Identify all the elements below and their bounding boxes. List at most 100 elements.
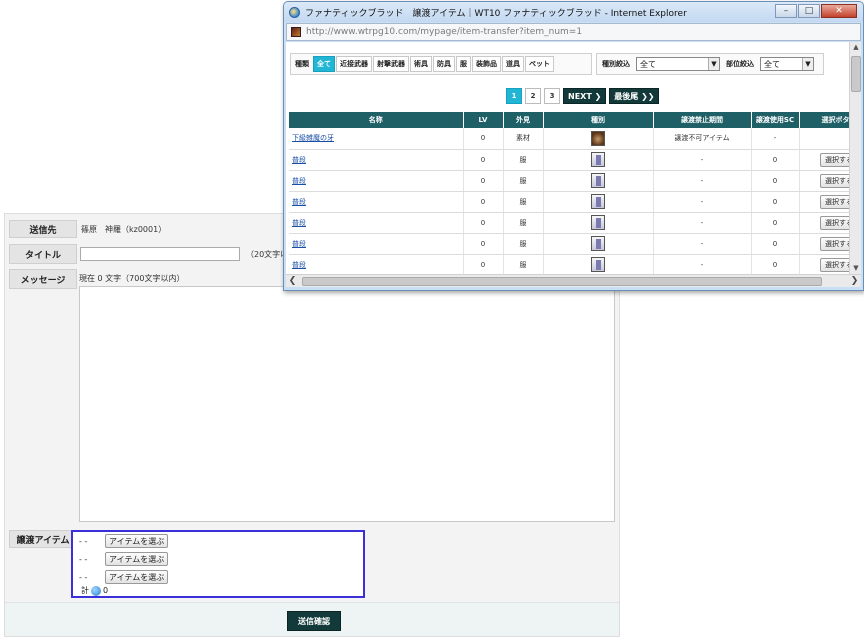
part-filter-select[interactable]: 全て ▼ [760,57,814,71]
item-type-cell [543,254,654,274]
item-lv: 0 [463,233,504,255]
clothes-icon [591,152,605,167]
scroll-up-icon[interactable]: ▲ [850,42,862,53]
popup-content: 種類 全て 近接武器 射撃武器 術具 防具 服 装飾品 道具 ペット 種別絞込 … [286,42,849,274]
column-header-type[interactable]: 種別 [543,112,654,128]
next-page-button[interactable]: NEXT ❯ [563,88,607,104]
item-ban-period: - [653,254,752,274]
clothes-icon [591,173,605,188]
category-accessory[interactable]: 装飾品 [472,56,501,72]
select-item-button[interactable]: 選択する [820,257,849,272]
select-item-button[interactable]: 選択する [820,152,849,167]
category-ranged[interactable]: 射撃武器 [373,56,409,72]
scroll-down-icon[interactable]: ▼ [850,263,862,274]
page-2[interactable]: 2 [525,88,541,104]
choose-item-button[interactable]: アイテムを選ぶ [105,552,169,566]
item-sc: 0 [751,149,800,171]
site-favicon-icon [291,27,301,37]
item-name-link[interactable]: 下級雑魔の牙 [289,128,464,150]
scroll-right-icon[interactable]: ❯ [848,275,861,288]
item-ban-period: - [653,191,752,213]
category-melee[interactable]: 近接武器 [336,56,372,72]
select-item-button[interactable]: 選択する [820,173,849,188]
type-filter-value: 全て [640,59,656,69]
items-box: - - アイテムを選ぶ - - アイテムを選ぶ - - アイテムを選ぶ 計 0 [71,530,365,598]
title-label: タイトル [9,244,77,264]
item-name-link[interactable]: 普段 [289,233,464,255]
close-icon[interactable]: ✕ [821,4,857,18]
total-line: 計 0 [81,585,108,596]
last-page-button[interactable]: 最後尾 ❯❯ [609,88,660,104]
select-item-button[interactable]: 選択する [820,236,849,251]
minimize-icon[interactable]: – [775,4,797,18]
vertical-scroll-thumb[interactable] [851,56,861,92]
table-row: 普段 0 服 - 0 選択する [289,149,849,171]
category-armor[interactable]: 防具 [433,56,455,72]
scroll-left-icon[interactable]: ❮ [286,275,299,288]
item-type-cell [543,170,654,192]
item-type-cell [543,128,654,150]
category-pet[interactable]: ペット [525,56,554,72]
part-filter-value: 全て [764,59,780,69]
title-input[interactable] [80,247,240,261]
page-3[interactable]: 3 [544,88,560,104]
submit-confirm-button[interactable]: 送信確認 [287,611,341,631]
item-select-cell [799,128,849,150]
address-bar[interactable]: http://www.wtrpg10.com/mypage/item-trans… [286,23,861,41]
item-select-cell: 選択する [799,170,849,192]
window-title: ファナティックブラッド 譲渡アイテム｜WT10 ファナティックブラッド - In… [305,8,687,19]
column-header-ban-period[interactable]: 譲渡禁止期間 [653,112,752,128]
message-textarea[interactable] [79,286,615,522]
column-header-lv[interactable]: LV [463,112,504,128]
column-header-sc[interactable]: 譲渡使用SC [751,112,800,128]
item-table: 名称 LV 外見 種別 譲渡禁止期間 譲渡使用SC 選択ボタン 下級雑魔の牙 0… [289,112,849,274]
column-header-name[interactable]: 名称 [289,112,464,128]
horizontal-scrollbar[interactable]: ❮ ❯ [286,274,861,287]
select-item-button[interactable]: 選択する [820,215,849,230]
total-prefix: 計 [81,586,89,595]
item-lv: 0 [463,128,504,150]
material-icon [591,130,605,146]
item-sc: 0 [751,170,800,192]
item-look: 服 [503,254,544,274]
type-filter-select[interactable]: 全て ▼ [636,57,720,71]
dropdown-filters: 種別絞込 全て ▼ 部位絞込 全て ▼ [596,53,824,75]
item-ban-period: 譲渡不可アイテム [653,128,752,150]
item-look: 服 [503,191,544,213]
window-titlebar[interactable]: ファナティックブラッド 譲渡アイテム｜WT10 ファナティックブラッド - In… [284,2,863,22]
column-header-look[interactable]: 外見 [503,112,544,128]
choose-item-button[interactable]: アイテムを選ぶ [105,570,169,584]
category-magic-tool[interactable]: 術具 [410,56,432,72]
item-ban-period: - [653,212,752,234]
item-name-link[interactable]: 普段 [289,254,464,274]
category-tool[interactable]: 道具 [502,56,524,72]
choose-item-button[interactable]: アイテムを選ぶ [105,534,169,548]
to-value: 篠原 神羅（kz0001） [81,225,167,234]
horizontal-scroll-thumb[interactable] [302,277,822,286]
item-type-cell [543,212,654,234]
category-filter: 種類 全て 近接武器 射撃武器 術具 防具 服 装飾品 道具 ペット [290,53,592,75]
category-filter-label: 種類 [295,60,309,68]
item-name-link[interactable]: 普段 [289,191,464,213]
clothes-icon [591,236,605,251]
item-sc: 0 [751,191,800,213]
vertical-scrollbar[interactable]: ▲ ▼ [849,42,861,274]
select-item-button[interactable]: 選択する [820,194,849,209]
category-clothes[interactable]: 服 [456,56,471,72]
item-name-link[interactable]: 普段 [289,212,464,234]
item-type-cell [543,191,654,213]
item-slot: - - アイテムを選ぶ [79,570,169,584]
item-sc: 0 [751,233,800,255]
item-lv: 0 [463,170,504,192]
clothes-icon [591,215,605,230]
item-slot-value: - - [79,572,88,582]
category-all[interactable]: 全て [313,56,335,72]
maximize-icon[interactable]: □ [798,4,820,18]
message-label: メッセージ [9,269,77,289]
pagination: 1 2 3 NEXT ❯ 最後尾 ❯❯ [506,88,660,104]
chevron-down-icon: ▼ [708,58,719,70]
page-1[interactable]: 1 [506,88,522,104]
item-name-link[interactable]: 普段 [289,149,464,171]
item-name-link[interactable]: 普段 [289,170,464,192]
item-slot-value: - - [79,554,88,564]
